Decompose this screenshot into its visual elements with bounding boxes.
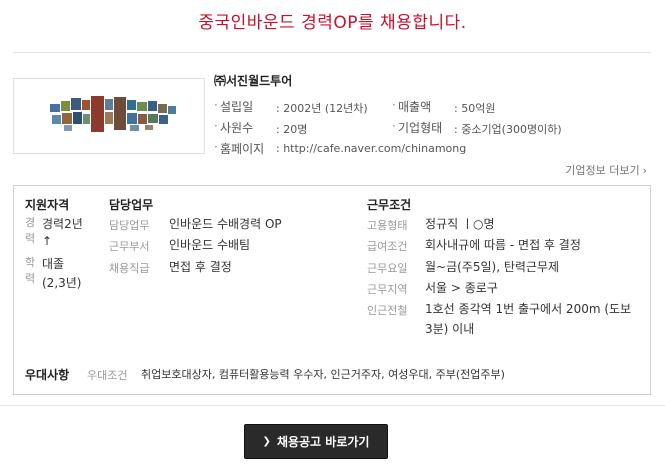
education-label: 학력: [25, 256, 36, 285]
chevron-right-icon: ❯: [262, 436, 271, 447]
qualification-title: 지원자격: [25, 198, 70, 212]
position-label: 채용직급: [109, 262, 150, 275]
revenue-value: : 50억원: [454, 102, 496, 115]
employment-type-value: 정규직 ㅣ○명: [425, 217, 495, 231]
nearby-station-value-cont: 3분) 이내: [425, 322, 475, 336]
duty-row-value: 인바운드 수배경력 OP: [169, 217, 282, 231]
founded-value: : 2002년 (12년차): [276, 102, 368, 115]
preferred-label: 우대조건: [87, 369, 128, 382]
company-type-label: 기업형태: [392, 119, 442, 136]
nearby-station-value: 1호선 종각역 1번 출구에서 200m (도보: [425, 302, 632, 316]
nearby-station-label: 인근전철: [367, 304, 408, 317]
duty-title: 담당업무: [109, 198, 154, 212]
homepage-label: 홈페이지: [214, 140, 264, 157]
department-value: 인바운드 수배팀: [169, 238, 251, 252]
company-logo-image: [50, 96, 176, 132]
homepage-link[interactable]: : http://cafe.naver.com/chinamong: [276, 142, 466, 155]
page-headline: 중국인바운드 경력OP를 채용합니다.: [198, 13, 467, 33]
career-value-arrow: ↑: [42, 234, 53, 248]
employment-type-label: 고용형태: [367, 219, 408, 232]
salary-label: 급여조건: [367, 240, 408, 253]
cta-divider: [0, 405, 665, 406]
company-info-more-link[interactable]: 기업정보 더보기 ›: [565, 162, 647, 178]
top-divider: [13, 52, 651, 53]
view-job-posting-button[interactable]: ❯ 채용공고 바로가기: [244, 424, 388, 459]
employees-label: 사원수: [214, 119, 253, 136]
career-label: 경력: [25, 216, 36, 245]
work-area-label: 근무지역: [367, 283, 408, 296]
view-job-posting-label: 채용공고 바로가기: [276, 435, 370, 449]
department-label: 근무부서: [109, 240, 150, 253]
education-value: 대졸: [42, 257, 65, 271]
preferred-title: 우대사항: [25, 368, 70, 382]
company-type-value: : 중소기업(300명이하): [454, 123, 562, 136]
company-info-more-label: 기업정보 더보기: [565, 164, 640, 177]
preferred-value: 취업보호대상자, 컴퓨터활용능력 우수자, 인근거주자, 여성우대, 주부(전업…: [141, 368, 505, 381]
salary-value: 회사내규에 따름 - 면접 후 결정: [425, 238, 581, 252]
founded-label: 설립일: [214, 98, 253, 115]
work-days-value: 월~금(주5일), 탄력근무제: [425, 260, 560, 274]
company-logo[interactable]: [13, 78, 205, 154]
career-value: 경력2년: [42, 217, 83, 231]
education-value-detail: (2,3년): [42, 276, 82, 290]
employees-value: : 20명: [276, 123, 308, 136]
work-area-value: 서울 > 종로구: [425, 281, 498, 295]
chevron-right-icon: ›: [642, 164, 647, 177]
revenue-label: 매출액: [392, 98, 431, 115]
work-days-label: 근무요일: [367, 262, 408, 275]
position-value: 면접 후 결정: [169, 260, 232, 274]
duty-row-label: 담당업무: [109, 219, 150, 232]
company-name[interactable]: ㈜서진월드투어: [214, 72, 292, 89]
job-details-panel: 지원자격 경력 경력2년 ↑ 학력 대졸 (2,3년) 담당업무 담당업무 인바…: [13, 185, 651, 395]
conditions-title: 근무조건: [367, 198, 412, 212]
